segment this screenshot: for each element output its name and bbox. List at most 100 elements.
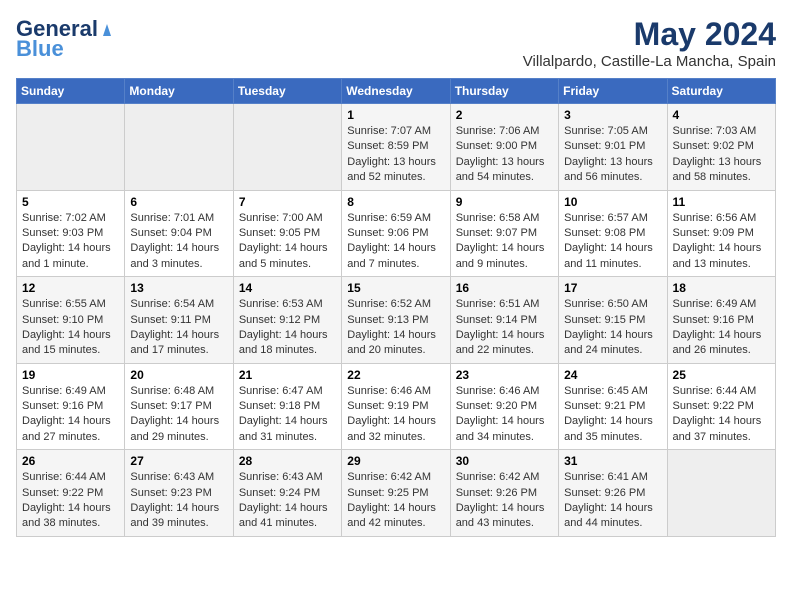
- calendar-cell: 18 Sunrise: 6:49 AM Sunset: 9:16 PM Dayli…: [667, 277, 775, 364]
- day-number: 23: [456, 368, 553, 382]
- day-info: Sunrise: 7:03 AM Sunset: 9:02 PM Dayligh…: [673, 124, 770, 186]
- calendar-cell: 12Sunrise: 6:55 AM Sunset: 9:10 PM Dayli…: [17, 277, 125, 364]
- calendar-cell: 27 Sunrise: 6:43 AM Sunset: 9:23 PM Dayli…: [125, 450, 233, 537]
- day-info: Sunrise: 6:58 AM Sunset: 9:07 PM Dayligh…: [456, 211, 553, 273]
- calendar-cell: 23 Sunrise: 6:46 AM Sunset: 9:20 PM Dayli…: [450, 363, 558, 450]
- day-info: Sunrise: 6:49 AM Sunset: 9:16 PM Dayligh…: [673, 297, 770, 359]
- day-info: Sunrise: 6:44 AM Sunset: 9:22 PM Dayligh…: [22, 470, 119, 532]
- logo: General Blue: [16, 16, 116, 60]
- day-info: Sunrise: 6:45 AM Sunset: 9:21 PM Dayligh…: [564, 384, 661, 446]
- calendar-cell: 30 Sunrise: 6:42 AM Sunset: 9:26 PM Dayli…: [450, 450, 558, 537]
- calendar-week-row: 1 Sunrise: 7:07 AM Sunset: 8:59 PM Daylig…: [17, 104, 776, 191]
- day-info: Sunrise: 6:46 AM Sunset: 9:19 PM Dayligh…: [347, 384, 444, 446]
- calendar-cell: 16 Sunrise: 6:51 AM Sunset: 9:14 PM Dayli…: [450, 277, 558, 364]
- day-number: 20: [130, 368, 227, 382]
- day-number: 6: [130, 195, 227, 209]
- calendar-day-header: Sunday: [17, 79, 125, 104]
- calendar-day-header: Thursday: [450, 79, 558, 104]
- day-number: 29: [347, 454, 444, 468]
- day-number: 30: [456, 454, 553, 468]
- day-info: Sunrise: 6:55 AM Sunset: 9:10 PM Dayligh…: [22, 297, 119, 359]
- day-number: 4: [673, 108, 770, 122]
- day-info: Sunrise: 6:47 AM Sunset: 9:18 PM Dayligh…: [239, 384, 336, 446]
- day-number: 27: [130, 454, 227, 468]
- calendar-cell: 22 Sunrise: 6:46 AM Sunset: 9:19 PM Dayli…: [342, 363, 450, 450]
- day-info: Sunrise: 7:01 AM Sunset: 9:04 PM Dayligh…: [130, 211, 227, 273]
- day-number: 3: [564, 108, 661, 122]
- day-number: 31: [564, 454, 661, 468]
- day-number: 13: [130, 281, 227, 295]
- day-info: Sunrise: 6:50 AM Sunset: 9:15 PM Dayligh…: [564, 297, 661, 359]
- page-subtitle: Villalpardo, Castille-La Mancha, Spain: [523, 53, 776, 70]
- day-info: Sunrise: 7:06 AM Sunset: 9:00 PM Dayligh…: [456, 124, 553, 186]
- day-info: Sunrise: 7:00 AM Sunset: 9:05 PM Dayligh…: [239, 211, 336, 273]
- day-number: 16: [456, 281, 553, 295]
- calendar-cell: 20Sunrise: 6:48 AM Sunset: 9:17 PM Dayli…: [125, 363, 233, 450]
- calendar-cell: [233, 104, 341, 191]
- calendar-cell: 28 Sunrise: 6:43 AM Sunset: 9:24 PM Dayli…: [233, 450, 341, 537]
- day-info: Sunrise: 6:59 AM Sunset: 9:06 PM Dayligh…: [347, 211, 444, 273]
- calendar-cell: 15 Sunrise: 6:52 AM Sunset: 9:13 PM Dayli…: [342, 277, 450, 364]
- calendar-week-row: 19Sunrise: 6:49 AM Sunset: 9:16 PM Dayli…: [17, 363, 776, 450]
- day-number: 18: [673, 281, 770, 295]
- day-number: 5: [22, 195, 119, 209]
- day-number: 26: [22, 454, 119, 468]
- title-block: May 2024 Villalpardo, Castille-La Mancha…: [523, 16, 776, 70]
- day-number: 15: [347, 281, 444, 295]
- day-number: 19: [22, 368, 119, 382]
- logo-triangle-icon: [98, 20, 116, 38]
- day-info: Sunrise: 6:41 AM Sunset: 9:26 PM Dayligh…: [564, 470, 661, 532]
- day-info: Sunrise: 6:43 AM Sunset: 9:23 PM Dayligh…: [130, 470, 227, 532]
- calendar-cell: 1 Sunrise: 7:07 AM Sunset: 8:59 PM Daylig…: [342, 104, 450, 191]
- day-number: 7: [239, 195, 336, 209]
- calendar-cell: 19Sunrise: 6:49 AM Sunset: 9:16 PM Dayli…: [17, 363, 125, 450]
- calendar-cell: 21 Sunrise: 6:47 AM Sunset: 9:18 PM Dayli…: [233, 363, 341, 450]
- day-number: 21: [239, 368, 336, 382]
- day-info: Sunrise: 7:02 AM Sunset: 9:03 PM Dayligh…: [22, 211, 119, 273]
- calendar-cell: 7 Sunrise: 7:00 AM Sunset: 9:05 PM Daylig…: [233, 190, 341, 277]
- day-info: Sunrise: 6:43 AM Sunset: 9:24 PM Dayligh…: [239, 470, 336, 532]
- calendar-day-header: Friday: [559, 79, 667, 104]
- calendar-cell: 10 Sunrise: 6:57 AM Sunset: 9:08 PM Dayli…: [559, 190, 667, 277]
- day-info: Sunrise: 6:42 AM Sunset: 9:25 PM Dayligh…: [347, 470, 444, 532]
- calendar-cell: 14 Sunrise: 6:53 AM Sunset: 9:12 PM Dayli…: [233, 277, 341, 364]
- calendar-week-row: 26 Sunrise: 6:44 AM Sunset: 9:22 PM Dayli…: [17, 450, 776, 537]
- calendar-day-header: Tuesday: [233, 79, 341, 104]
- calendar-week-row: 12Sunrise: 6:55 AM Sunset: 9:10 PM Dayli…: [17, 277, 776, 364]
- calendar-cell: [667, 450, 775, 537]
- day-info: Sunrise: 6:53 AM Sunset: 9:12 PM Dayligh…: [239, 297, 336, 359]
- calendar-cell: 8Sunrise: 6:59 AM Sunset: 9:06 PM Daylig…: [342, 190, 450, 277]
- calendar-cell: 4 Sunrise: 7:03 AM Sunset: 9:02 PM Daylig…: [667, 104, 775, 191]
- calendar-cell: 24Sunrise: 6:45 AM Sunset: 9:21 PM Dayli…: [559, 363, 667, 450]
- calendar-cell: 9Sunrise: 6:58 AM Sunset: 9:07 PM Daylig…: [450, 190, 558, 277]
- day-number: 14: [239, 281, 336, 295]
- day-number: 22: [347, 368, 444, 382]
- calendar-week-row: 5 Sunrise: 7:02 AM Sunset: 9:03 PM Daylig…: [17, 190, 776, 277]
- day-number: 10: [564, 195, 661, 209]
- day-info: Sunrise: 6:52 AM Sunset: 9:13 PM Dayligh…: [347, 297, 444, 359]
- day-info: Sunrise: 7:05 AM Sunset: 9:01 PM Dayligh…: [564, 124, 661, 186]
- day-number: 28: [239, 454, 336, 468]
- day-number: 17: [564, 281, 661, 295]
- day-info: Sunrise: 6:51 AM Sunset: 9:14 PM Dayligh…: [456, 297, 553, 359]
- calendar-cell: 5 Sunrise: 7:02 AM Sunset: 9:03 PM Daylig…: [17, 190, 125, 277]
- page-title: May 2024: [523, 16, 776, 53]
- logo-blue: Blue: [16, 38, 64, 60]
- day-number: 1: [347, 108, 444, 122]
- day-info: Sunrise: 6:56 AM Sunset: 9:09 PM Dayligh…: [673, 211, 770, 273]
- day-number: 25: [673, 368, 770, 382]
- calendar-cell: 25Sunrise: 6:44 AM Sunset: 9:22 PM Dayli…: [667, 363, 775, 450]
- calendar-day-header: Monday: [125, 79, 233, 104]
- page-header: General Blue May 2024 Villalpardo, Casti…: [16, 16, 776, 70]
- calendar-cell: [17, 104, 125, 191]
- calendar-cell: 13Sunrise: 6:54 AM Sunset: 9:11 PM Dayli…: [125, 277, 233, 364]
- calendar-day-header: Saturday: [667, 79, 775, 104]
- calendar-cell: [125, 104, 233, 191]
- day-info: Sunrise: 6:57 AM Sunset: 9:08 PM Dayligh…: [564, 211, 661, 273]
- day-info: Sunrise: 7:07 AM Sunset: 8:59 PM Dayligh…: [347, 124, 444, 186]
- calendar-header-row: SundayMondayTuesdayWednesdayThursdayFrid…: [17, 79, 776, 104]
- calendar-cell: 2Sunrise: 7:06 AM Sunset: 9:00 PM Daylig…: [450, 104, 558, 191]
- day-info: Sunrise: 6:42 AM Sunset: 9:26 PM Dayligh…: [456, 470, 553, 532]
- day-info: Sunrise: 6:46 AM Sunset: 9:20 PM Dayligh…: [456, 384, 553, 446]
- calendar-cell: 26 Sunrise: 6:44 AM Sunset: 9:22 PM Dayli…: [17, 450, 125, 537]
